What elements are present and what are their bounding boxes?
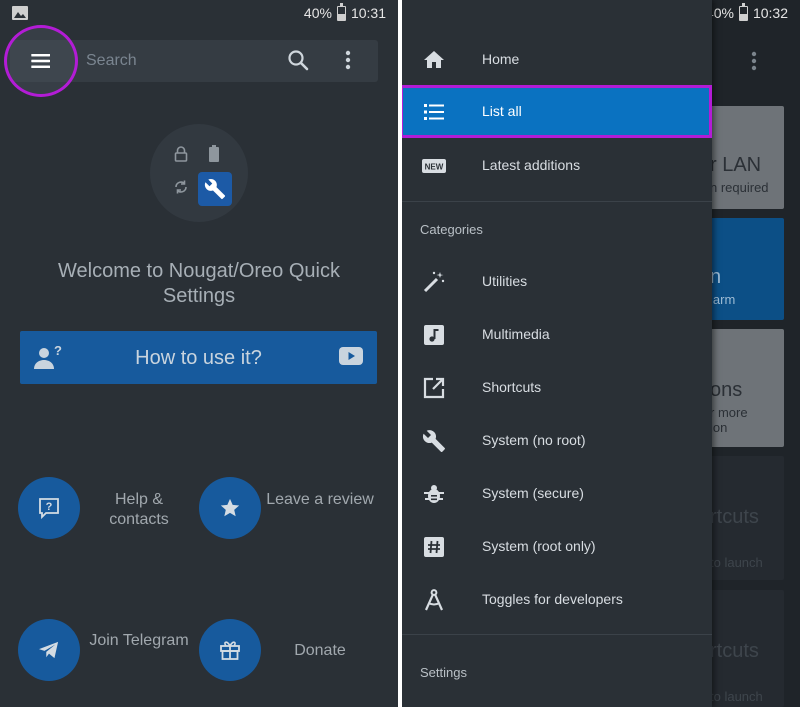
donate-button[interactable] xyxy=(199,619,261,681)
compass-icon xyxy=(424,589,444,611)
background-card[interactable]: n larm xyxy=(710,218,784,320)
youtube-icon xyxy=(339,347,363,365)
help-label[interactable]: Help & contacts xyxy=(84,490,194,530)
battery-icon xyxy=(336,2,346,21)
card-subtitle: to launch xyxy=(710,689,763,704)
drawer-item-label: Multimedia xyxy=(482,326,550,342)
background-card[interactable]: rtcuts to launch xyxy=(710,590,784,707)
navigation-drawer: Home List all NEW Latest additions Categ… xyxy=(402,0,712,707)
lock-icon xyxy=(174,146,188,162)
background-card[interactable]: rtcuts to launch xyxy=(710,456,784,580)
how-to-use-button[interactable]: ? How to use it? xyxy=(20,331,377,384)
star-icon xyxy=(220,498,240,517)
drawer-item-label: List all xyxy=(482,103,522,119)
svg-text:NEW: NEW xyxy=(425,163,444,172)
drawer-item-latest-additions[interactable]: NEW Latest additions xyxy=(402,139,712,192)
review-button[interactable] xyxy=(199,477,261,539)
more-vert-icon[interactable] xyxy=(344,49,352,71)
drawer-item-system-root-only[interactable]: System (root only) xyxy=(402,520,712,573)
settings-header: Settings xyxy=(420,665,467,680)
telegram-icon xyxy=(39,641,59,659)
card-subtitle: larm xyxy=(710,292,736,307)
battery-percent: 40% xyxy=(303,5,332,21)
status-bar: 40% 10:31 xyxy=(0,0,398,26)
battery-tile-icon xyxy=(209,145,219,162)
drawer-item-system-no-root[interactable]: System (no root) xyxy=(402,414,712,467)
how-to-use-label: How to use it? xyxy=(135,347,262,369)
divider xyxy=(402,634,712,635)
new-icon: NEW xyxy=(422,159,446,173)
drawer-item-home[interactable]: Home xyxy=(402,33,712,86)
drawer-item-label: System (root only) xyxy=(482,538,596,554)
left-screen: 40% 10:31 Search Welcome to Nougat/Oreo … xyxy=(0,0,398,707)
search-icon[interactable] xyxy=(286,48,310,72)
divider xyxy=(402,201,712,202)
drawer-item-multimedia[interactable]: Multimedia xyxy=(402,308,712,361)
drawer-item-label: Home xyxy=(482,51,520,67)
card-subtitle: to launch xyxy=(710,555,763,570)
drawer-item-developer-toggles[interactable]: Toggles for developers xyxy=(402,573,712,626)
help-icon: ? xyxy=(39,498,59,520)
drawer-item-list-all[interactable]: List all xyxy=(402,85,712,138)
background-card[interactable]: r LAN n required xyxy=(710,106,784,209)
drawer-item-label: Latest additions xyxy=(482,157,581,173)
search-input[interactable]: Search xyxy=(86,52,137,70)
telegram-label[interactable]: Join Telegram xyxy=(84,631,194,651)
card-extra: ion xyxy=(710,420,728,435)
app-logo xyxy=(150,124,248,222)
drawer-item-label: Utilities xyxy=(482,273,528,289)
home-icon xyxy=(424,51,444,68)
more-vert-icon[interactable] xyxy=(750,50,758,72)
donate-label[interactable]: Donate xyxy=(265,641,375,661)
bug-icon xyxy=(424,485,444,503)
image-icon xyxy=(12,6,28,20)
drawer-item-shortcuts[interactable]: Shortcuts xyxy=(402,361,712,414)
drawer-item-system-secure[interactable]: System (secure) xyxy=(402,467,712,520)
open-in-new-icon xyxy=(423,377,445,399)
wrench-icon xyxy=(422,430,445,452)
list-icon xyxy=(424,104,444,120)
drawer-item-utilities[interactable]: Utilities xyxy=(402,255,712,308)
wrench-tile xyxy=(198,172,232,206)
music-icon xyxy=(424,325,444,345)
drawer-item-label: Shortcuts xyxy=(482,379,542,395)
review-label[interactable]: Leave a review xyxy=(265,490,375,510)
magic-wand-icon xyxy=(423,271,445,293)
gift-icon xyxy=(220,641,240,660)
welcome-text: Welcome to Nougat/Oreo Quick Settings xyxy=(58,260,340,307)
clock: 10:32 xyxy=(752,5,788,21)
drawer-item-label: Toggles for developers xyxy=(482,591,623,607)
hash-icon xyxy=(424,537,444,557)
right-screen: 40% 10:32 r LAN n required n larm ons r … xyxy=(402,0,800,707)
card-title: r LAN xyxy=(710,154,762,176)
drawer-item-label: System (no root) xyxy=(482,432,586,448)
categories-header: Categories xyxy=(420,222,483,237)
drawer-item-label: System (secure) xyxy=(482,485,584,501)
card-title: rtcuts xyxy=(710,640,759,662)
telegram-button[interactable] xyxy=(18,619,80,681)
card-title: rtcuts xyxy=(710,506,759,528)
background-card[interactable]: ons r more ion xyxy=(710,329,784,447)
clock: 10:31 xyxy=(350,5,386,21)
card-title: ons xyxy=(710,379,743,401)
hamburger-menu-icon[interactable] xyxy=(31,53,51,69)
card-subtitle: r more xyxy=(710,405,748,420)
help-button[interactable]: ? xyxy=(18,477,80,539)
battery-icon xyxy=(738,2,748,21)
card-subtitle: n required xyxy=(710,180,769,195)
svg-text:?: ? xyxy=(46,501,53,513)
sync-icon xyxy=(175,180,187,194)
wrench-icon xyxy=(204,179,226,200)
